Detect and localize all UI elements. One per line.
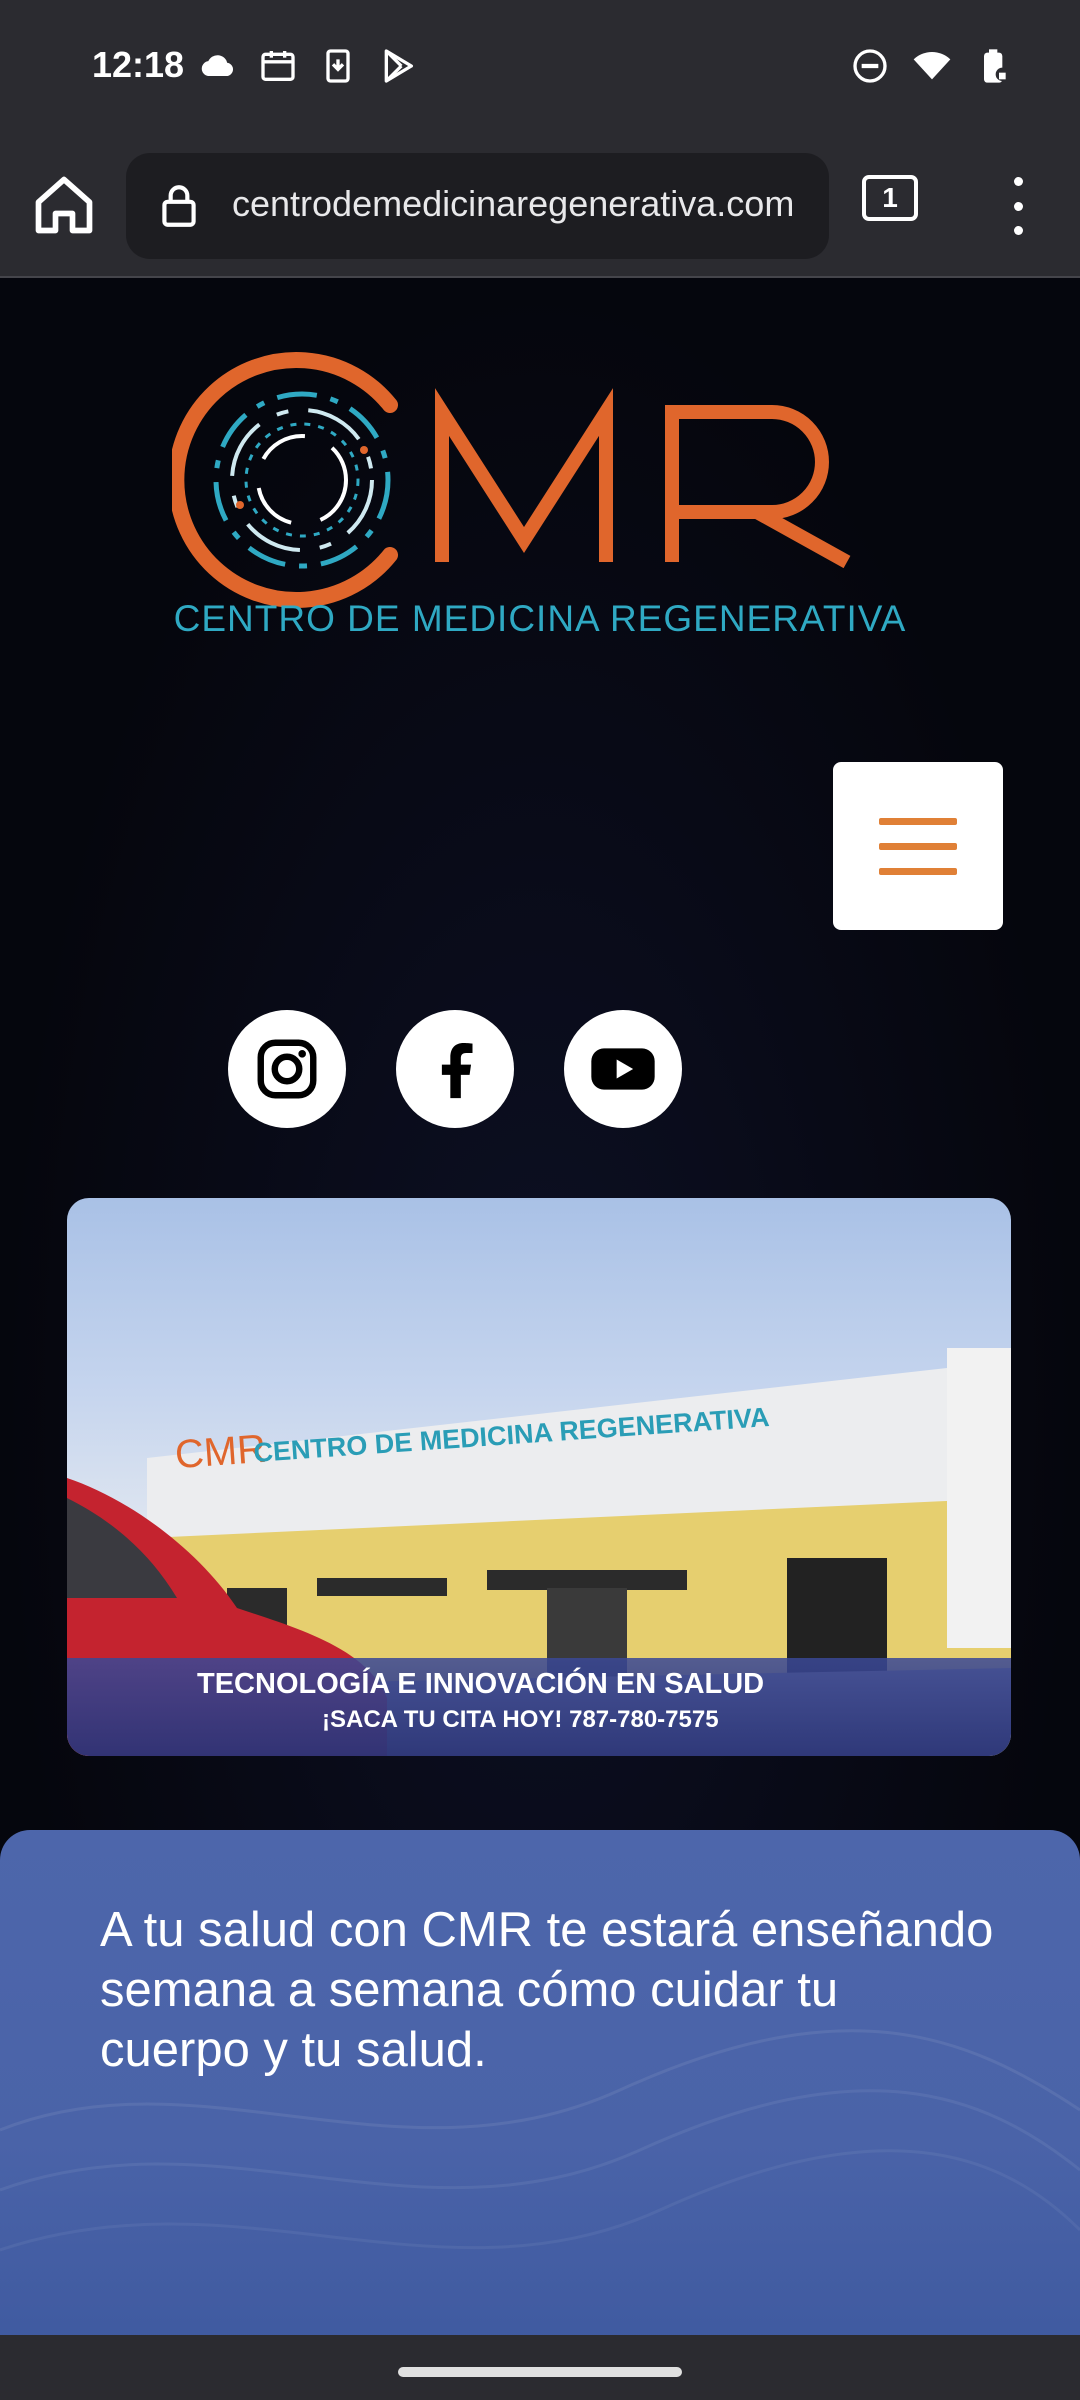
promo-video[interactable]: CMR CENTRO DE MEDICINA REGENERATIVA TECN… xyxy=(67,1198,1011,1756)
cloud-icon xyxy=(201,55,234,77)
video-caption-line1: TECNOLOGÍA E INNOVACIÓN EN SALUD xyxy=(197,1668,765,1700)
youtube-link[interactable] xyxy=(564,1010,682,1128)
do-not-disturb-icon xyxy=(853,49,887,83)
url-text[interactable]: centrodemedicinaregenerativa.com xyxy=(232,183,822,225)
promo-text: A tu salud con CMR te estará enseñando s… xyxy=(100,1903,994,2077)
browser-toolbar: centrodemedicinaregenerativa.com 1 xyxy=(0,135,1080,278)
home-button[interactable] xyxy=(30,171,98,239)
menu-dot xyxy=(1013,177,1023,186)
video-caption-line2: ¡SACA TU CITA HOY! 787-780-7575 xyxy=(322,1706,719,1733)
wifi-icon xyxy=(913,52,951,80)
status-time: 12:18 xyxy=(92,44,185,85)
battery-icon xyxy=(984,49,1009,83)
site-menu-button[interactable] xyxy=(833,762,1003,930)
browser-menu-button[interactable] xyxy=(1000,171,1036,241)
menu-bar xyxy=(879,817,957,825)
menu-bar xyxy=(879,867,957,875)
menu-dot xyxy=(1013,201,1023,211)
status-icons-right xyxy=(850,46,1014,86)
menu-dot xyxy=(1013,226,1023,235)
system-navigation-bar xyxy=(0,2335,1080,2400)
lock-icon[interactable] xyxy=(154,181,204,231)
gesture-handle[interactable] xyxy=(398,2367,682,2377)
tab-switcher-button[interactable]: 1 xyxy=(862,175,918,221)
instagram-link[interactable] xyxy=(228,1010,346,1128)
calendar-icon xyxy=(261,51,295,82)
status-bar: 12:18 xyxy=(0,0,1080,135)
youtube-icon xyxy=(591,1048,655,1090)
facebook-link[interactable] xyxy=(396,1010,514,1128)
play-store-icon xyxy=(384,49,413,83)
web-page: CENTRO DE MEDICINA REGENERATIVA CMR CENT… xyxy=(0,280,1080,2335)
social-links xyxy=(228,1010,682,1128)
status-icons-left xyxy=(198,46,418,86)
instagram-icon xyxy=(257,1039,317,1099)
promo-section: A tu salud con CMR te estará enseñando s… xyxy=(0,1830,1080,2335)
download-icon xyxy=(326,49,350,83)
cmr-logo[interactable] xyxy=(172,340,912,640)
facebook-icon xyxy=(441,1043,473,1099)
menu-bar xyxy=(879,842,957,850)
logo-tagline: CENTRO DE MEDICINA REGENERATIVA xyxy=(173,598,907,639)
address-bar[interactable]: centrodemedicinaregenerativa.com xyxy=(126,153,829,259)
